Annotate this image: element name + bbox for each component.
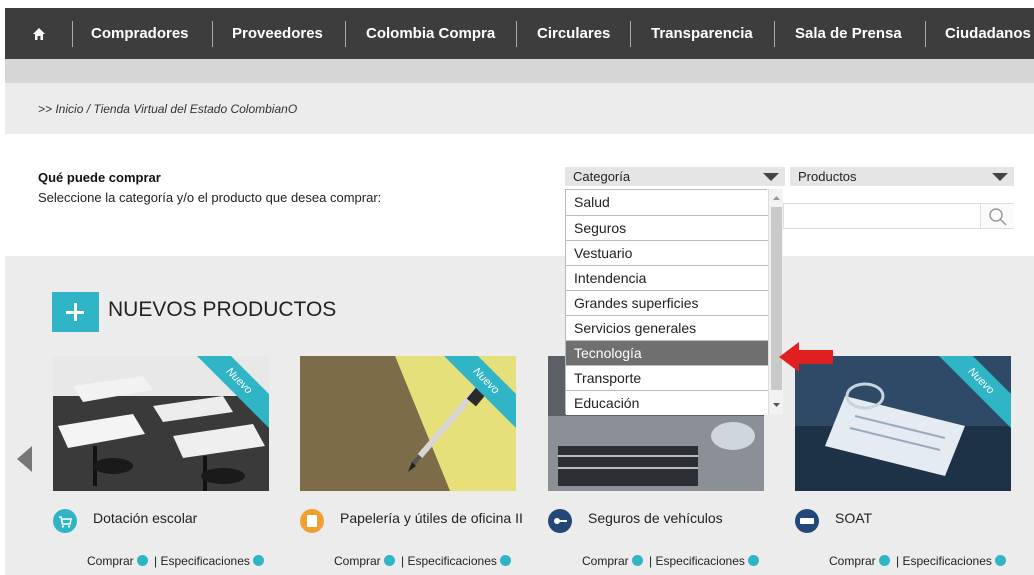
dropdown-option-grandes-superficies[interactable]: Grandes superficies <box>566 290 768 315</box>
arrow-circle-icon[interactable] <box>252 555 264 566</box>
nav-ciudadanos[interactable]: Ciudadanos <box>945 8 1031 59</box>
cart-icon <box>53 509 77 533</box>
product-name[interactable]: Dotación escolar <box>93 510 197 526</box>
red-arrow-icon <box>779 342 833 372</box>
dropdown-option-salud[interactable]: Salud <box>566 190 768 215</box>
arrow-circle-icon[interactable] <box>499 555 511 566</box>
arrow-circle-icon[interactable] <box>747 555 759 566</box>
que-puede-comprar-subtitle: Seleccione la categoría y/o el producto … <box>38 190 382 205</box>
carousel-prev-icon[interactable] <box>17 446 32 472</box>
que-puede-comprar-title: Qué puede comprar <box>38 170 161 185</box>
dropdown-option-transporte[interactable]: Transporte <box>566 365 768 390</box>
product-image-classroom[interactable]: Nuevo <box>53 356 269 491</box>
dropdown-option-seguros[interactable]: Seguros <box>566 215 768 240</box>
categoria-select[interactable]: Categoría <box>565 167 785 186</box>
product-card[interactable]: Nuevo Dotación escolar Comprar | Especif… <box>53 356 269 568</box>
nav-transparencia[interactable]: Transparencia <box>651 8 753 59</box>
sub-strip <box>5 59 1034 83</box>
soat-icon <box>795 509 819 533</box>
comprar-link[interactable]: Comprar <box>582 554 629 568</box>
comprar-link[interactable]: Comprar <box>829 554 876 568</box>
arrow-circle-icon[interactable] <box>383 555 395 566</box>
notebook-icon <box>300 509 324 533</box>
productos-select-value: Productos <box>798 169 857 184</box>
arrow-circle-icon[interactable] <box>878 555 890 566</box>
home-icon[interactable] <box>32 27 46 41</box>
car-key-icon <box>548 509 572 533</box>
product-links: Comprar | Especificaciones <box>87 554 267 568</box>
dropdown-scrollbar[interactable] <box>768 189 783 414</box>
product-links: Comprar | Especificaciones <box>582 554 762 568</box>
search-button[interactable] <box>980 204 1014 228</box>
product-name[interactable]: Seguros de vehículos <box>588 510 723 526</box>
arrow-circle-icon[interactable] <box>136 555 148 566</box>
categoria-dropdown-list[interactable]: Salud Seguros Vestuario Intendencia Gran… <box>565 189 768 415</box>
scroll-down-icon[interactable] <box>769 399 784 411</box>
nav-compradores[interactable]: Compradores <box>91 8 189 59</box>
arrow-circle-icon[interactable] <box>631 555 643 566</box>
nav-circulares[interactable]: Circulares <box>537 8 610 59</box>
comprar-link[interactable]: Comprar <box>334 554 381 568</box>
product-image-soat[interactable]: Nuevo <box>795 356 1011 491</box>
especificaciones-link[interactable]: | Especificaciones <box>649 554 745 568</box>
especificaciones-link[interactable]: | Especificaciones <box>896 554 992 568</box>
especificaciones-link[interactable]: | Especificaciones <box>401 554 497 568</box>
breadcrumb: >> Inicio / Tienda Virtual del Estado Co… <box>5 83 1034 134</box>
dropdown-option-educacion[interactable]: Educación <box>566 390 768 415</box>
categoria-select-value: Categoría <box>573 169 631 184</box>
nav-colombia-compra[interactable]: Colombia Compra <box>366 8 495 59</box>
search-icon <box>989 208 1007 226</box>
product-links: Comprar | Especificaciones <box>829 554 1009 568</box>
product-links: Comprar | Especificaciones <box>334 554 514 568</box>
product-name[interactable]: Papelería y útiles de oficina II <box>340 510 523 526</box>
especificaciones-link[interactable]: | Especificaciones <box>154 554 250 568</box>
nav-sala-de-prensa[interactable]: Sala de Prensa <box>795 8 902 59</box>
dropdown-option-servicios-generales[interactable]: Servicios generales <box>566 315 768 340</box>
page: { "nav": { "home_icon": "home-icon", "it… <box>0 0 1034 575</box>
chevron-down-icon <box>763 173 779 181</box>
dropdown-option-tecnologia[interactable]: Tecnología <box>566 340 768 365</box>
comprar-link[interactable]: Comprar <box>87 554 134 568</box>
dropdown-option-intendencia[interactable]: Intendencia <box>566 265 768 290</box>
arrow-circle-icon[interactable] <box>994 555 1006 566</box>
product-card[interactable]: Nuevo Papelería y útiles de oficina II C… <box>300 356 523 568</box>
dropdown-option-vestuario[interactable]: Vestuario <box>566 240 768 265</box>
scroll-up-icon[interactable] <box>769 192 784 204</box>
nuevos-productos-title: NUEVOS PRODUCTOS <box>108 298 337 321</box>
breadcrumb-text[interactable]: >> Inicio / Tienda Virtual del Estado Co… <box>38 102 297 116</box>
product-card[interactable]: Nuevo SOAT Comprar | Especificaciones <box>795 356 1011 568</box>
nav-proveedores[interactable]: Proveedores <box>232 8 323 59</box>
main-nav: Compradores Proveedores Colombia Compra … <box>5 8 1034 59</box>
chevron-down-icon <box>992 173 1008 181</box>
plus-icon <box>52 292 99 332</box>
product-image-stationery[interactable]: Nuevo <box>300 356 516 491</box>
productos-select[interactable]: Productos <box>790 167 1014 186</box>
product-name[interactable]: SOAT <box>835 510 872 526</box>
